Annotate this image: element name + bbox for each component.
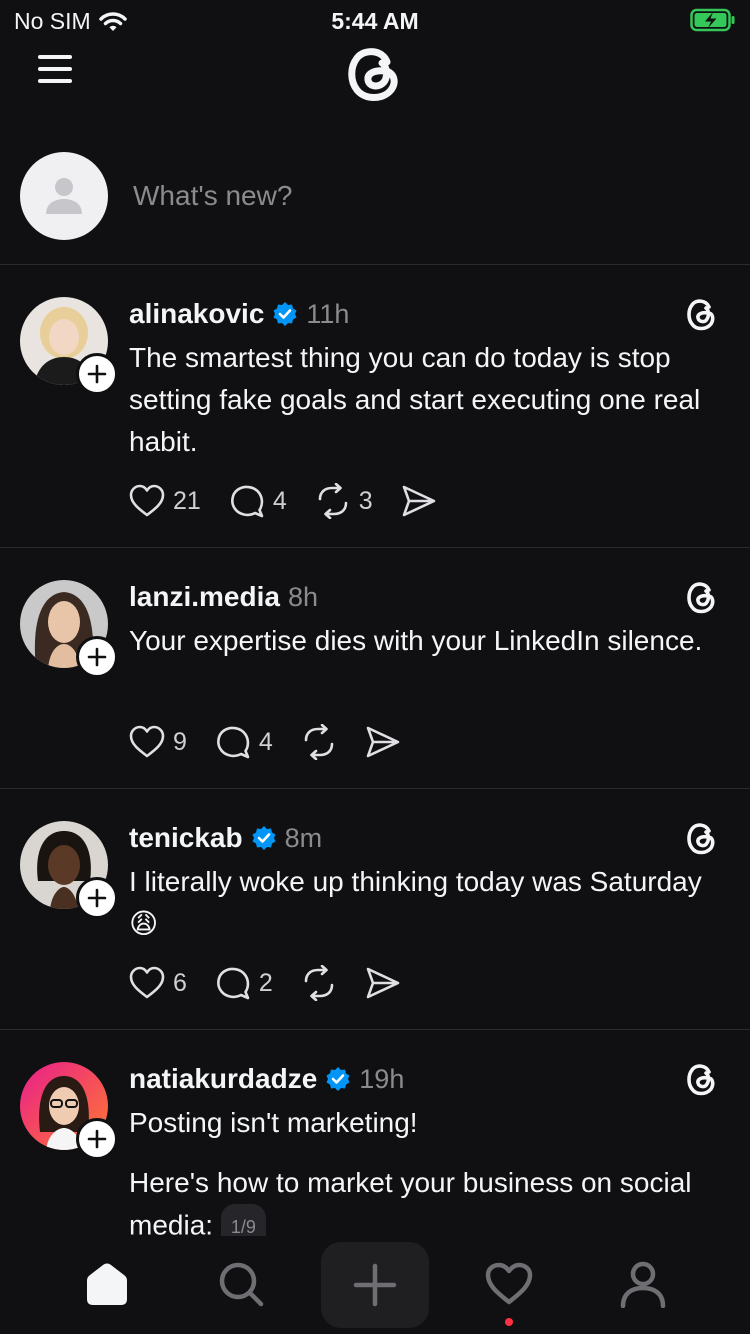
post-actions: 6 2: [129, 965, 429, 1001]
post-time: 8h: [287, 581, 318, 612]
username[interactable]: natiakurdadze: [129, 1063, 317, 1095]
new-post-icon: [353, 1263, 397, 1307]
post-time: 19h: [359, 1063, 405, 1094]
heart-icon: [129, 484, 165, 517]
follow-plus-icon[interactable]: [76, 1118, 118, 1160]
repost-button[interactable]: [301, 965, 337, 1001]
repost-button[interactable]: 3: [315, 483, 373, 519]
divider: [0, 1029, 750, 1030]
battery-charging-icon: [690, 8, 735, 32]
post[interactable]: alinakovic 11h The smartest thing you ca…: [0, 295, 750, 519]
post[interactable]: lanzi.media 8h Your expertise dies with …: [0, 580, 750, 760]
repost-count: 3: [358, 486, 373, 515]
send-icon: [366, 726, 400, 758]
like-button[interactable]: 9: [129, 725, 187, 759]
threads-icon[interactable]: [684, 1062, 720, 1098]
post-actions: 21 4 3: [129, 483, 465, 519]
repost-icon: [304, 965, 334, 1001]
threads-icon[interactable]: [684, 295, 720, 333]
post-header: lanzi.media 8h: [129, 580, 318, 614]
tab-activity[interactable]: [469, 1242, 549, 1326]
repost-icon: [318, 483, 348, 519]
post-header: tenickab 8m: [129, 821, 322, 855]
share-button[interactable]: [365, 725, 401, 759]
threads-logo[interactable]: [343, 40, 407, 106]
post-time: 11h: [306, 298, 350, 329]
post[interactable]: natiakurdadze 19h Posting isn't marketin…: [0, 1062, 750, 1236]
follow-plus-icon[interactable]: [76, 353, 118, 395]
like-button[interactable]: 21: [129, 484, 201, 518]
post-time: 8m: [284, 822, 323, 853]
like-count: 6: [173, 968, 187, 997]
threads-icon[interactable]: [684, 819, 720, 857]
reply-button[interactable]: 4: [215, 724, 273, 760]
share-button[interactable]: [401, 484, 437, 518]
menu-icon[interactable]: [36, 52, 76, 86]
search-icon: [219, 1262, 264, 1307]
repost-icon: [304, 724, 334, 760]
home-icon: [87, 1263, 127, 1305]
verified-badge-icon: [252, 826, 276, 850]
username[interactable]: tenickab: [129, 822, 243, 854]
notification-dot: [505, 1318, 513, 1326]
divider: [0, 547, 750, 548]
clock: 5:44 AM: [331, 8, 419, 34]
post-header: natiakurdadze 19h: [129, 1062, 404, 1096]
post-text: The smartest thing you can do today is s…: [129, 342, 701, 457]
divider: [0, 788, 750, 789]
like-count: 21: [173, 486, 201, 515]
verified-badge-icon: [273, 302, 297, 326]
comment-icon: [230, 485, 264, 518]
like-count: 9: [173, 727, 187, 756]
threads-icon[interactable]: [684, 578, 720, 616]
person-icon: [46, 178, 82, 214]
follow-plus-icon[interactable]: [76, 636, 118, 678]
heart-icon: [129, 725, 165, 758]
follow-plus-icon[interactable]: [76, 877, 118, 919]
reply-button[interactable]: 4: [229, 483, 287, 519]
post-text: I literally woke up thinking today was S…: [129, 866, 702, 939]
like-button[interactable]: 6: [129, 966, 187, 1000]
comment-icon: [216, 967, 250, 1000]
username[interactable]: alinakovic: [129, 298, 264, 330]
reply-count: 4: [272, 486, 287, 515]
divider: [0, 264, 750, 265]
heart-icon: [129, 966, 165, 999]
tab-profile[interactable]: [603, 1242, 683, 1326]
reply-button[interactable]: 2: [215, 965, 273, 1001]
send-icon: [366, 967, 400, 999]
post-actions: 9 4: [129, 724, 429, 760]
tab-search[interactable]: [201, 1242, 281, 1326]
post[interactable]: tenickab 8m I literally woke up thinking…: [0, 821, 750, 1001]
profile-icon: [620, 1261, 666, 1308]
username[interactable]: lanzi.media: [129, 581, 280, 613]
verified-badge-icon: [326, 1067, 350, 1091]
carousel-counter: 1/9: [220, 1204, 266, 1236]
post-header: alinakovic 11h: [129, 297, 349, 331]
my-avatar: [20, 152, 108, 240]
post-text-2: Here's how to market your business on so…: [129, 1167, 692, 1236]
send-icon: [402, 485, 435, 517]
status-bar: No SIM 5:44 AM: [0, 0, 750, 40]
activity-icon: [485, 1262, 533, 1305]
composer-placeholder[interactable]: What's new?: [133, 180, 292, 212]
top-bar: [0, 36, 750, 106]
share-button[interactable]: [365, 966, 401, 1000]
post-text: Posting isn't marketing!: [129, 1107, 418, 1138]
comment-icon: [216, 726, 250, 759]
tab-bar: [0, 1236, 750, 1334]
post-text: Your expertise dies with your LinkedIn s…: [129, 625, 703, 656]
tab-home[interactable]: [67, 1242, 147, 1326]
reply-count: 2: [258, 968, 273, 997]
repost-button[interactable]: [301, 724, 337, 760]
composer[interactable]: What's new?: [0, 150, 750, 262]
reply-count: 4: [258, 727, 273, 756]
post-text-continued: Here's how to market your business on so…: [129, 1162, 719, 1236]
tab-new-post[interactable]: [321, 1242, 429, 1328]
